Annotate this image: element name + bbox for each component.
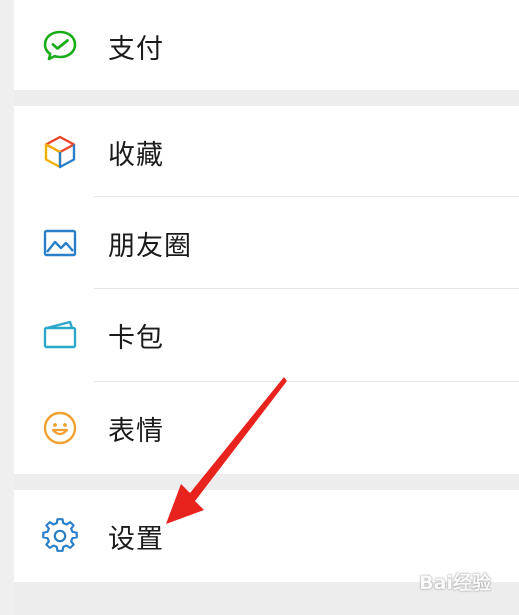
menu-item-card-wallet[interactable]: 卡包 — [14, 289, 519, 381]
menu-item-label: 卡包 — [108, 322, 164, 354]
menu-item-moments[interactable]: 朋友圈 — [14, 197, 519, 289]
card-wallet-icon — [41, 316, 79, 354]
favorites-cube-icon — [41, 133, 79, 171]
menu-item-label: 设置 — [108, 523, 164, 555]
menu-item-label: 收藏 — [108, 139, 164, 171]
section-gap — [14, 90, 519, 106]
menu-item-favorites[interactable]: 收藏 — [14, 106, 519, 198]
me-page-menu: 支付 收藏 朋友圈 卡包 表情 设置 Bai经验 — [0, 0, 519, 615]
moments-image-icon — [41, 224, 79, 262]
gear-icon — [41, 517, 79, 555]
menu-item-label: 支付 — [108, 33, 164, 65]
menu-item-label: 朋友圈 — [108, 230, 192, 262]
left-edge-strip — [0, 0, 14, 615]
menu-item-stickers[interactable]: 表情 — [14, 382, 519, 474]
watermark-logo: Bai经验 — [419, 572, 491, 594]
smiley-face-icon — [41, 409, 79, 447]
wechat-pay-icon — [41, 27, 79, 65]
section-gap — [14, 474, 519, 490]
menu-item-pay[interactable]: 支付 — [14, 0, 519, 92]
menu-item-label: 表情 — [108, 415, 164, 447]
